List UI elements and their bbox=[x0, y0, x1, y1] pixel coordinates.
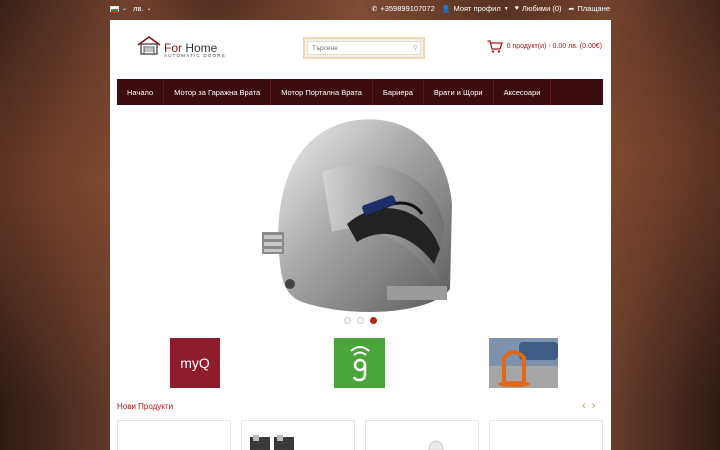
slider-dot[interactable] bbox=[344, 317, 351, 324]
nav-item-doors-blinds[interactable]: Врати и Щори bbox=[424, 79, 494, 105]
brand-logo-g[interactable]: g bbox=[334, 338, 385, 388]
currency-dropdown[interactable]: лв. ⌄ bbox=[133, 4, 151, 13]
brand-logo-myq[interactable]: myQ bbox=[170, 338, 220, 388]
wishlist-link[interactable]: ♥ Любими (0) bbox=[515, 4, 562, 13]
main-panel: For Home AUTOMATIC DOORS ⚲ 0 продукт(и) … bbox=[110, 20, 611, 450]
checkout-label: Плащане bbox=[577, 4, 610, 13]
carousel-arrows: ‹ › bbox=[582, 400, 595, 412]
wishlist-label: Любими (0) bbox=[521, 4, 562, 13]
brand-logo-parking-barrier[interactable] bbox=[489, 338, 558, 388]
slider-pagination bbox=[344, 317, 377, 324]
search-input[interactable] bbox=[308, 42, 404, 55]
phone-link[interactable]: ✆ +359899107072 bbox=[371, 4, 434, 13]
user-icon: 👤 bbox=[441, 5, 451, 13]
account-label: Моят профил bbox=[453, 4, 501, 13]
slider-dot-active[interactable] bbox=[370, 317, 377, 324]
checkout-link[interactable]: ➦ Плащане bbox=[569, 4, 610, 13]
language-dropdown[interactable]: ⌄ bbox=[110, 5, 128, 13]
main-nav: Начало Мотор за Гаражна Врата Мотор Порт… bbox=[117, 79, 603, 105]
caret-down-icon: ▾ bbox=[504, 6, 508, 12]
nav-item-gate-motor[interactable]: Мотор Портална Врата bbox=[271, 79, 373, 105]
heart-icon: ♥ bbox=[514, 5, 519, 12]
wifi-g-logo-icon bbox=[349, 346, 370, 382]
bulgarian-flag-icon bbox=[110, 5, 119, 13]
product-card[interactable] bbox=[365, 420, 479, 450]
phone-icon: ✆ bbox=[371, 5, 378, 13]
search-box: ⚲ bbox=[303, 37, 425, 59]
nav-item-garage-door-motor[interactable]: Мотор за Гаражна Врата bbox=[164, 79, 272, 105]
brand-carousel: myQ g bbox=[117, 338, 603, 388]
chevron-down-icon: ⌄ bbox=[122, 6, 128, 12]
product-thumbnail bbox=[428, 440, 444, 450]
currency-label: лв. bbox=[133, 4, 144, 13]
top-links: ✆ +359899107072 👤 Моят профил ▾ ♥ Любими… bbox=[371, 4, 610, 13]
product-carousel bbox=[117, 420, 603, 450]
cart-button[interactable]: 0 продукт(и) - 0.00 лв. (0.00€) bbox=[487, 40, 602, 53]
product-card[interactable] bbox=[117, 420, 231, 450]
parking-barrier-image bbox=[489, 338, 558, 388]
product-thumbnail bbox=[250, 435, 294, 450]
new-products-heading: Нови Продукти bbox=[117, 402, 174, 411]
language-currency-selector: ⌄ лв. ⌄ bbox=[110, 4, 152, 13]
chevron-left-icon[interactable]: ‹ bbox=[582, 400, 586, 412]
nav-item-accessories[interactable]: Аксесоари bbox=[494, 79, 552, 105]
cart-summary: 0 продукт(и) - 0.00 лв. (0.00€) bbox=[506, 43, 602, 50]
house-logo-icon bbox=[137, 36, 161, 55]
chevron-right-icon[interactable]: › bbox=[592, 400, 596, 412]
site-logo[interactable]: For Home AUTOMATIC DOORS bbox=[137, 36, 227, 60]
chevron-down-icon: ⌄ bbox=[146, 6, 152, 12]
account-dropdown[interactable]: 👤 Моят профил ▾ bbox=[442, 4, 508, 13]
hero-slider[interactable] bbox=[117, 112, 603, 330]
product-card[interactable] bbox=[489, 420, 603, 450]
nav-item-home[interactable]: Начало bbox=[117, 79, 165, 105]
logo-tagline: AUTOMATIC DOORS bbox=[164, 53, 226, 58]
product-card[interactable] bbox=[241, 420, 355, 450]
top-bar: ⌄ лв. ⌄ ✆ +359899107072 👤 Моят профил ▾ … bbox=[0, 0, 720, 18]
gate-motor-image bbox=[262, 119, 452, 312]
search-icon[interactable]: ⚲ bbox=[413, 44, 418, 52]
nav-item-barrier[interactable]: Бариера bbox=[373, 79, 424, 105]
phone-number: +359899107072 bbox=[380, 4, 435, 13]
shopping-cart-icon bbox=[487, 40, 503, 53]
share-arrow-icon: ➦ bbox=[568, 5, 575, 13]
slider-dot[interactable] bbox=[357, 317, 364, 324]
